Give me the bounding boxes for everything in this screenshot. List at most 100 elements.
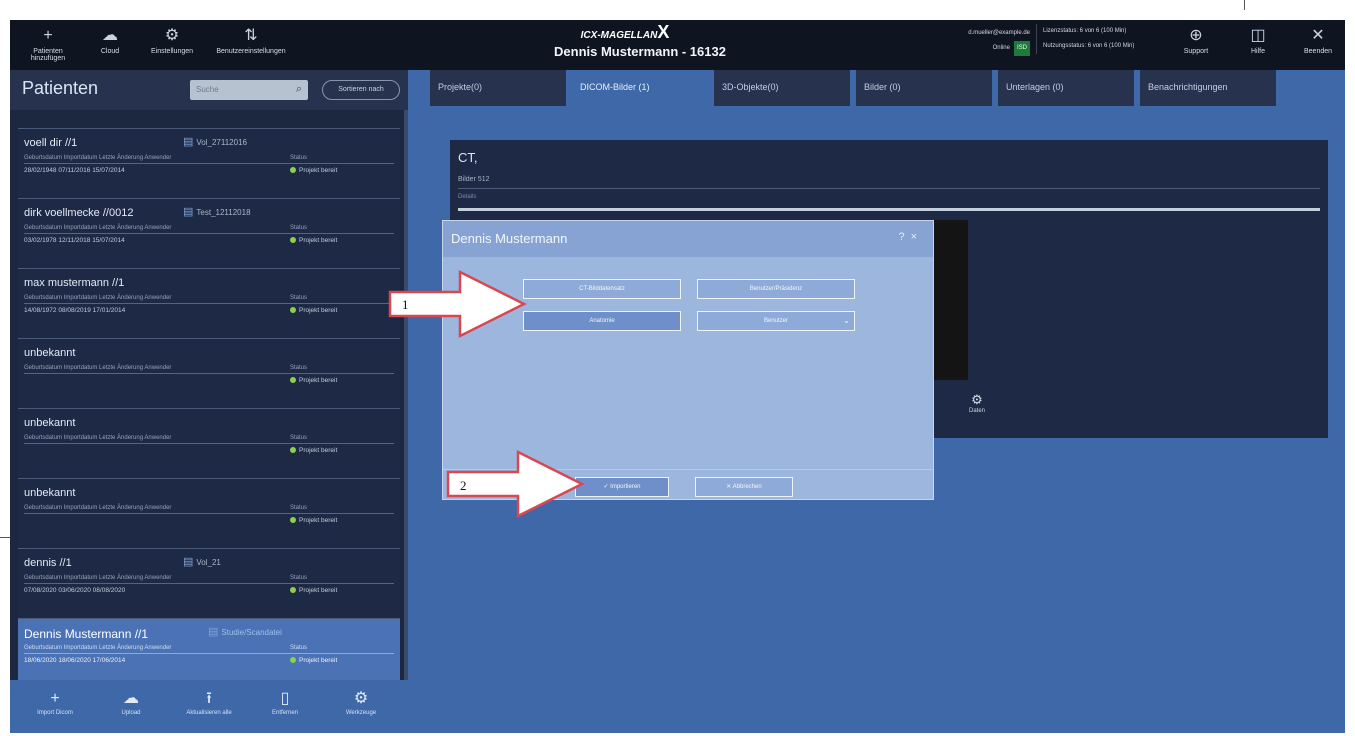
tab-notifications[interactable]: Benachrichtigungen: [1140, 70, 1276, 106]
tab-3d-objects[interactable]: 3D-Objekte(0): [714, 70, 850, 106]
help-icon[interactable]: ?: [898, 231, 910, 243]
plus-icon: +: [43, 27, 53, 44]
patient-item-selected[interactable]: Dennis Mustermann //1 ▤ Studie/Scandatei …: [18, 618, 400, 688]
document-icon: ▤: [208, 626, 219, 638]
sidebar-header: Patienten Suche ⌕ Sortieren nach: [10, 70, 408, 110]
search-icon[interactable]: ⌕: [296, 83, 302, 96]
user-email: d.mueller@example.de: [968, 30, 1030, 36]
close-icon[interactable]: ×: [911, 231, 923, 243]
series-thumbnail[interactable]: [930, 220, 968, 380]
import-dicom-button[interactable]: + Import Dicom: [20, 688, 90, 716]
patient-item[interactable]: unbekannt Geburtsdatum Importdatum Letzt…: [18, 478, 400, 548]
tab-images[interactable]: Bilder (0): [856, 70, 992, 106]
sidebar-footer: + Import Dicom ☁ Upload ⭱ Aktualisieren …: [10, 680, 408, 733]
app-logo: ICX-MAGELLANX: [580, 22, 670, 42]
status-badge: Projekt bereit: [290, 657, 337, 664]
callout-number-2: 2: [460, 478, 467, 493]
cancel-button[interactable]: ✕ Abbrechen: [695, 477, 793, 497]
help-button[interactable]: ◫ Hilfe: [1230, 24, 1286, 68]
upload-icon: ⭱: [206, 690, 212, 707]
patient-item[interactable]: dennis //1 ▤ Vol_21 Geburtsdatum Importda…: [18, 548, 400, 618]
divider: [458, 188, 1320, 189]
status-dot-icon: [290, 517, 296, 524]
page-frame: + Patienten hinzufügen ☁ Cloud ⚙ Einstel…: [0, 0, 1355, 736]
user-preference-button[interactable]: Benutzer/Präsidenz: [697, 279, 855, 299]
divider: [24, 443, 394, 444]
data-button[interactable]: ⚙ Daten: [962, 392, 992, 414]
patient-list: voell dir //1 ▤ Vol_27112016 Geburtsdatum…: [10, 128, 408, 688]
document-icon: ▤: [183, 206, 194, 218]
divider: [24, 163, 394, 164]
divider: [24, 583, 394, 584]
crop-mark: [1244, 0, 1245, 10]
globe-icon: ⊕: [1189, 27, 1203, 44]
status-badge: Projekt bereit: [290, 517, 337, 524]
status-dot-icon: [290, 307, 296, 314]
callout-arrow-2: [446, 450, 585, 519]
sort-icon: ⇅: [244, 27, 258, 44]
status-badge: Projekt bereit: [290, 237, 337, 244]
add-patient-button[interactable]: + Patienten hinzufügen: [18, 24, 78, 68]
status-badge: Projekt bereit: [290, 587, 337, 594]
user-settings-button[interactable]: ⇅ Benutzereinstellungen: [206, 24, 296, 68]
tab-bar: Projekte(0) DICOM-Bilder (1) 3D-Objekte(…: [430, 70, 1330, 110]
arrow-shape: [446, 450, 585, 519]
license-info: Lizenzstatus: 6 von 6 (100 Min) Nutzungs…: [1036, 24, 1161, 54]
divider: [24, 373, 394, 374]
status-dot-icon: [290, 237, 296, 244]
status-badge: Projekt bereit: [290, 167, 337, 174]
trash-icon: ▯: [280, 690, 290, 707]
top-toolbar: + Patienten hinzufügen ☁ Cloud ⚙ Einstel…: [10, 20, 1345, 70]
arrow-shape: [388, 270, 527, 339]
cloud-button[interactable]: ☁ Cloud: [80, 24, 140, 68]
tab-projects[interactable]: Projekte(0): [430, 70, 566, 106]
tab-documents[interactable]: Unterlagen (0): [998, 70, 1134, 106]
status-dot-icon: [290, 447, 296, 454]
support-button[interactable]: ⊕ Support: [1168, 24, 1224, 68]
gear-icon: ⚙: [971, 392, 983, 407]
cloud-icon: ☁: [123, 690, 139, 707]
sort-button[interactable]: Sortieren nach: [322, 80, 400, 100]
search-input[interactable]: Suche ⌕: [190, 80, 308, 100]
window-title: Dennis Mustermann - 16132: [554, 44, 726, 59]
gear-icon: ⚙: [164, 27, 180, 44]
import-button[interactable]: ✓ Importieren: [575, 477, 669, 497]
upload-button[interactable]: ☁ Upload: [96, 688, 166, 716]
tools-button[interactable]: ⚙ Werkzeuge: [326, 688, 396, 716]
divider: [24, 513, 394, 514]
status-dot-icon: [290, 167, 296, 174]
book-icon: ◫: [1250, 27, 1266, 44]
patient-item[interactable]: unbekannt Geburtsdatum Importdatum Letzt…: [18, 338, 400, 408]
exit-button[interactable]: ✕ Beenden: [1290, 24, 1345, 68]
series-progress-bar: [458, 208, 1320, 211]
callout-number-1: 1: [402, 297, 409, 312]
online-badge: ISD: [1013, 41, 1030, 56]
series-subtitle: Bilder 512: [458, 176, 490, 183]
user-select[interactable]: Benutzer ⌄: [697, 311, 855, 331]
ct-dataset-button[interactable]: CT-Bilddatensatz: [523, 279, 681, 299]
remove-button[interactable]: ▯ Entfernen: [250, 688, 320, 716]
status-badge: Projekt bereit: [290, 447, 337, 454]
tab-dicom-images[interactable]: DICOM-Bilder (1): [572, 70, 708, 110]
update-all-button[interactable]: ⭱ Aktualisieren alle: [174, 688, 244, 716]
series-title: CT,: [458, 150, 478, 165]
gear-icon: ⚙: [353, 690, 369, 707]
user-info: d.mueller@example.de Online ISD: [910, 26, 1030, 56]
patient-item[interactable]: voell dir //1 ▤ Vol_27112016 Geburtsdatum…: [18, 128, 400, 198]
logo-mark: X: [657, 22, 670, 42]
divider: [24, 653, 394, 654]
anatomy-button[interactable]: Anatomie: [523, 311, 681, 331]
status-dot-icon: [290, 377, 296, 384]
status-dot-icon: [290, 657, 296, 664]
crop-margin: [0, 0, 1355, 20]
dialog-title: Dennis Mustermann: [451, 231, 568, 246]
patient-item[interactable]: unbekannt Geburtsdatum Importdatum Letzt…: [18, 408, 400, 478]
online-status: Online ISD: [910, 41, 1030, 56]
settings-button[interactable]: ⚙ Einstellungen: [142, 24, 202, 68]
patient-item[interactable]: dirk voellmecke //0012 ▤ Test_12112018 Ge…: [18, 198, 400, 268]
dialog-header: Dennis Mustermann ?×: [443, 221, 933, 257]
status-dot-icon: [290, 587, 296, 594]
patient-item[interactable]: max mustermann //1 Geburtsdatum Importda…: [18, 268, 400, 338]
status-badge: Projekt bereit: [290, 377, 337, 384]
divider: [24, 303, 394, 304]
